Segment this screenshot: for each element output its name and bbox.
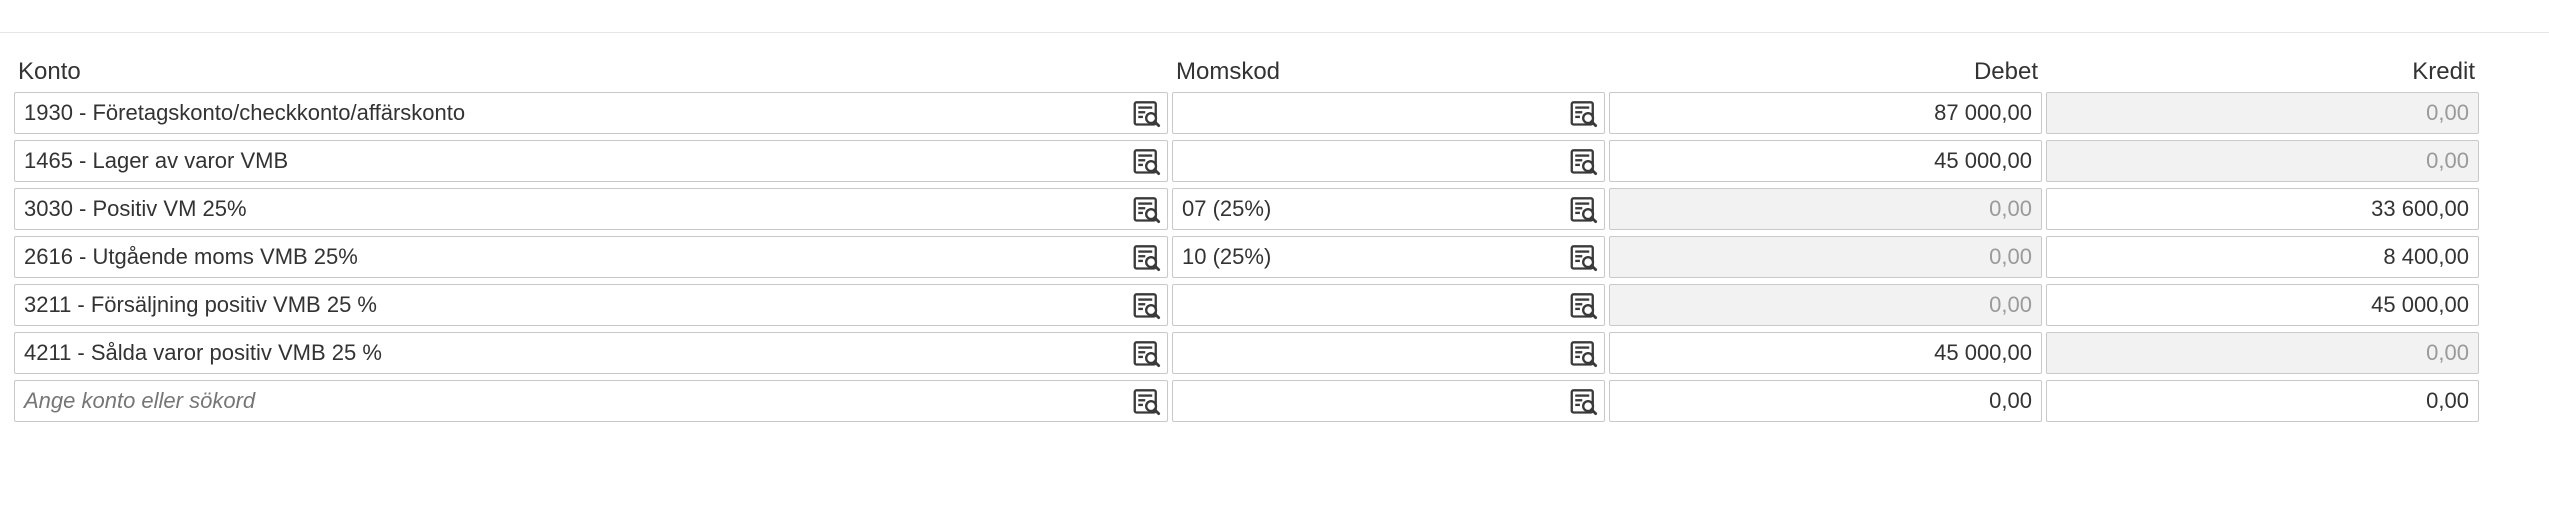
kredit-field: 0,00	[2046, 92, 2479, 134]
search-list-icon	[1133, 293, 1161, 320]
kredit-value: 45 000,00	[2371, 292, 2469, 317]
konto-lookup-button[interactable]	[1133, 100, 1161, 128]
momskod-input[interactable]	[1172, 380, 1605, 422]
debet-field: 0,00	[1609, 236, 2042, 278]
momskod-lookup-button[interactable]	[1570, 388, 1598, 416]
kredit-field[interactable]: 33 600,00	[2046, 188, 2479, 230]
momskod-lookup-button[interactable]	[1570, 340, 1598, 368]
debet-field[interactable]: 45 000,00	[1609, 332, 2042, 374]
search-list-icon	[1570, 245, 1598, 272]
konto-lookup-button[interactable]	[1133, 388, 1161, 416]
kredit-field: 0,00	[2046, 332, 2479, 374]
konto-lookup-button[interactable]	[1133, 340, 1161, 368]
debet-value: 0,00	[1989, 196, 2032, 221]
momskod-lookup-button[interactable]	[1570, 100, 1598, 128]
debet-value: 45 000,00	[1934, 340, 2032, 365]
kredit-value: 0,00	[2426, 148, 2469, 173]
konto-value: 1465 - Lager av varor VMB	[24, 148, 289, 173]
table-row: 3030 - Positiv VM 25% 07 (25%) 0,00 33 600,…	[14, 188, 2479, 230]
debet-value: 45 000,00	[1934, 148, 2032, 173]
kredit-value: 0,00	[2426, 100, 2469, 125]
momskod-value: 07 (25%)	[1182, 196, 1272, 221]
top-divider	[0, 32, 2549, 33]
table-row-new: Ange konto eller sökord 0,00 0,00	[14, 380, 2479, 422]
konto-value: 3211 - Försäljning positiv VMB 25 %	[24, 292, 377, 317]
table-row: 1465 - Lager av varor VMB 45 000,00 0,00	[14, 140, 2479, 182]
header-debet: Debet	[1973, 58, 2038, 85]
search-list-icon	[1570, 341, 1598, 368]
debet-value: 0,00	[1989, 292, 2032, 317]
table-row: 1930 - Företagskonto/checkkonto/affärsko…	[14, 92, 2479, 134]
konto-lookup-button[interactable]	[1133, 244, 1161, 272]
search-list-icon	[1133, 149, 1161, 176]
konto-input[interactable]: Ange konto eller sökord	[14, 380, 1168, 422]
header-konto: Konto	[18, 58, 81, 85]
debet-field[interactable]: 87 000,00	[1609, 92, 2042, 134]
header-kredit: Kredit	[2412, 58, 2475, 85]
kredit-input[interactable]: 0,00	[2046, 380, 2479, 422]
kredit-field[interactable]: 8 400,00	[2046, 236, 2479, 278]
konto-field[interactable]: 3211 - Försäljning positiv VMB 25 %	[14, 284, 1168, 326]
momskod-field[interactable]: 10 (25%)	[1172, 236, 1605, 278]
debet-input[interactable]: 0,00	[1609, 380, 2042, 422]
momskod-field[interactable]	[1172, 332, 1605, 374]
search-list-icon	[1570, 293, 1598, 320]
konto-lookup-button[interactable]	[1133, 148, 1161, 176]
search-list-icon	[1570, 101, 1598, 128]
table-header: Konto Momskod Debet Kredit	[14, 52, 2475, 92]
momskod-field[interactable]	[1172, 140, 1605, 182]
table-row: 4211 - Sålda varor positiv VMB 25 % 45 00…	[14, 332, 2479, 374]
momskod-field[interactable]: 07 (25%)	[1172, 188, 1605, 230]
search-list-icon	[1570, 389, 1598, 416]
momskod-lookup-button[interactable]	[1570, 292, 1598, 320]
search-list-icon	[1133, 389, 1161, 416]
momskod-field[interactable]	[1172, 284, 1605, 326]
kredit-value: 33 600,00	[2371, 196, 2469, 221]
kredit-value: 0,00	[2426, 340, 2469, 365]
table-body: 1930 - Företagskonto/checkkonto/affärsko…	[14, 92, 2479, 422]
momskod-lookup-button[interactable]	[1570, 196, 1598, 224]
search-list-icon	[1133, 197, 1161, 224]
konto-value: 3030 - Positiv VM 25%	[24, 196, 247, 221]
kredit-value: 0,00	[2426, 388, 2469, 413]
table-row: 3211 - Försäljning positiv VMB 25 % 0,00 4…	[14, 284, 2479, 326]
konto-value: 1930 - Företagskonto/checkkonto/affärsko…	[24, 100, 466, 125]
search-list-icon	[1133, 245, 1161, 272]
konto-value: 2616 - Utgående moms VMB 25%	[24, 244, 358, 269]
search-list-icon	[1133, 101, 1161, 128]
debet-value: 87 000,00	[1934, 100, 2032, 125]
konto-field[interactable]: 1930 - Företagskonto/checkkonto/affärsko…	[14, 92, 1168, 134]
konto-field[interactable]: 1465 - Lager av varor VMB	[14, 140, 1168, 182]
kredit-field: 0,00	[2046, 140, 2479, 182]
konto-lookup-button[interactable]	[1133, 196, 1161, 224]
debet-field: 0,00	[1609, 284, 2042, 326]
table-row: 2616 - Utgående moms VMB 25% 10 (25%) 0,00…	[14, 236, 2479, 278]
debet-value: 0,00	[1989, 244, 2032, 269]
search-list-icon	[1570, 197, 1598, 224]
konto-field[interactable]: 3030 - Positiv VM 25%	[14, 188, 1168, 230]
momskod-lookup-button[interactable]	[1570, 244, 1598, 272]
konto-lookup-button[interactable]	[1133, 292, 1161, 320]
debet-value: 0,00	[1989, 388, 2032, 413]
konto-field[interactable]: 2616 - Utgående moms VMB 25%	[14, 236, 1168, 278]
momskod-lookup-button[interactable]	[1570, 148, 1598, 176]
debet-field: 0,00	[1609, 188, 2042, 230]
search-list-icon	[1133, 341, 1161, 368]
kredit-value: 8 400,00	[2383, 244, 2469, 269]
konto-field[interactable]: 4211 - Sålda varor positiv VMB 25 %	[14, 332, 1168, 374]
konto-value: 4211 - Sålda varor positiv VMB 25 %	[24, 340, 382, 365]
header-momskod: Momskod	[1176, 58, 1281, 85]
kredit-field[interactable]: 45 000,00	[2046, 284, 2479, 326]
momskod-value: 10 (25%)	[1182, 244, 1272, 269]
konto-placeholder: Ange konto eller sökord	[24, 388, 256, 413]
debet-field[interactable]: 45 000,00	[1609, 140, 2042, 182]
search-list-icon	[1570, 149, 1598, 176]
verification-rows-table: Konto Momskod Debet Kredit 1930 - Företa…	[14, 52, 2479, 422]
momskod-field[interactable]	[1172, 92, 1605, 134]
